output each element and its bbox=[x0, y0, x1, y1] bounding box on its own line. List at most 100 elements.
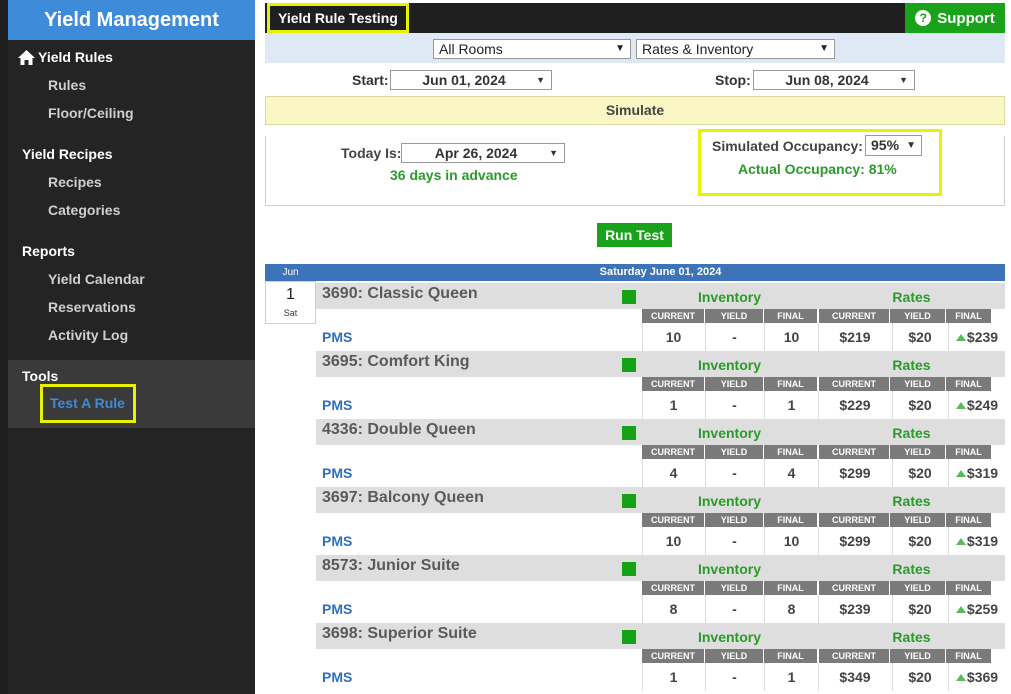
inv-final-cell: 10 bbox=[764, 323, 818, 351]
inv-final-cell: 8 bbox=[764, 595, 818, 623]
inv-final-header: FINAL bbox=[764, 581, 817, 595]
start-date-select[interactable]: Jun 01, 2024 ▼ bbox=[390, 70, 552, 90]
sidebar-item-reservations[interactable]: Reservations bbox=[48, 299, 136, 315]
page-title: Yield Rule Testing bbox=[267, 3, 409, 33]
inv-yield-cell: - bbox=[705, 663, 763, 691]
rates-title: Rates bbox=[892, 561, 931, 577]
rate-final-value: $239 bbox=[966, 329, 999, 345]
inv-final-header: FINAL bbox=[764, 377, 817, 391]
room-name[interactable]: 3695: Comfort King bbox=[322, 353, 470, 371]
stop-date-select[interactable]: Jun 08, 2024 ▼ bbox=[753, 70, 915, 90]
day-header: Saturday June 01, 2024 bbox=[316, 264, 1005, 281]
sidebar-section-yield-rules[interactable]: Yield Rules bbox=[18, 49, 113, 65]
run-test-button[interactable]: Run Test bbox=[597, 223, 672, 247]
inv-final-cell: 1 bbox=[764, 391, 818, 419]
room-header: 8573: Junior Suite Inventory Rates bbox=[316, 555, 1005, 581]
room-name[interactable]: 3690: Classic Queen bbox=[322, 285, 478, 303]
inventory-title: Inventory bbox=[697, 357, 761, 373]
inv-yield-cell: - bbox=[705, 595, 763, 623]
date-range-row: Start: Jun 01, 2024 ▼ Stop: Jun 08, 2024… bbox=[265, 63, 1005, 96]
pms-link[interactable]: PMS bbox=[322, 533, 352, 549]
room-name[interactable]: 4336: Double Queen bbox=[322, 421, 476, 439]
sidebar-section-tools[interactable]: Tools bbox=[22, 368, 58, 384]
pms-link[interactable]: PMS bbox=[322, 601, 352, 617]
room-name[interactable]: 3698: Superior Suite bbox=[322, 625, 477, 643]
inv-current-cell: 10 bbox=[642, 323, 704, 351]
simulation-panel: Today Is: Apr 26, 2024 ▼ 36 days in adva… bbox=[265, 129, 1005, 206]
simulate-button[interactable]: Simulate bbox=[265, 96, 1005, 125]
inv-current-header: CURRENT bbox=[642, 377, 704, 391]
inventory-title: Inventory bbox=[697, 561, 761, 577]
caret-down-icon: ▼ bbox=[899, 75, 908, 85]
status-indicator bbox=[622, 358, 636, 372]
pms-link[interactable]: PMS bbox=[322, 329, 352, 345]
inv-final-header: FINAL bbox=[764, 445, 817, 459]
inv-current-header: CURRENT bbox=[642, 649, 704, 663]
sidebar-item-activity-log[interactable]: Activity Log bbox=[48, 327, 128, 343]
room-name[interactable]: 8573: Junior Suite bbox=[322, 557, 460, 575]
rate-current-header: CURRENT bbox=[819, 445, 889, 459]
status-indicator bbox=[622, 426, 636, 440]
rate-current-cell: $239 bbox=[818, 595, 891, 623]
rates-title: Rates bbox=[892, 629, 931, 645]
chevron-down-icon: ▼ bbox=[819, 43, 829, 54]
rooms-select[interactable]: All Rooms ▼ bbox=[433, 39, 631, 59]
rate-yield-cell: $20 bbox=[892, 391, 947, 419]
room-name[interactable]: 3697: Balcony Queen bbox=[322, 489, 484, 507]
inventory-title: Inventory bbox=[697, 425, 761, 441]
sidebar-section-reports[interactable]: Reports bbox=[22, 243, 75, 259]
rate-current-cell: $219 bbox=[818, 323, 891, 351]
status-indicator bbox=[622, 630, 636, 644]
inv-current-header: CURRENT bbox=[642, 581, 704, 595]
rate-final-header: FINAL bbox=[946, 513, 991, 527]
day-number: 1 bbox=[286, 286, 295, 303]
simulated-occupancy-label: Simulated Occupancy: bbox=[712, 138, 863, 154]
mode-select-value: Rates & Inventory bbox=[642, 41, 754, 57]
home-icon bbox=[18, 49, 35, 65]
rates-title: Rates bbox=[892, 493, 931, 509]
rate-final-cell: $319 bbox=[948, 459, 1005, 487]
sidebar: Yield Management Yield Rules Rules Floor… bbox=[0, 0, 255, 694]
sidebar-item-test-a-rule[interactable]: Test A Rule bbox=[40, 384, 136, 423]
rate-yield-header: YIELD bbox=[890, 377, 945, 391]
occupancy-select[interactable]: 95% ▼ bbox=[865, 135, 922, 156]
mode-select[interactable]: Rates & Inventory ▼ bbox=[636, 39, 835, 59]
rate-yield-cell: $20 bbox=[892, 459, 947, 487]
app-title[interactable]: Yield Management bbox=[8, 0, 255, 40]
inv-final-header: FINAL bbox=[764, 513, 817, 527]
inv-current-header: CURRENT bbox=[642, 513, 704, 527]
rooms-select-value: All Rooms bbox=[439, 41, 503, 57]
sidebar-item-rules[interactable]: Rules bbox=[48, 77, 86, 93]
rate-current-header: CURRENT bbox=[819, 309, 889, 323]
sidebar-item-categories[interactable]: Categories bbox=[48, 202, 120, 218]
sidebar-item-floor-ceiling[interactable]: Floor/Ceiling bbox=[48, 105, 134, 121]
rate-final-value: $319 bbox=[966, 465, 999, 481]
rate-final-cell: $369 bbox=[948, 663, 1005, 691]
sidebar-item-yield-calendar[interactable]: Yield Calendar bbox=[48, 271, 145, 287]
section-title: Yield Rules bbox=[38, 49, 113, 65]
sidebar-item-recipes[interactable]: Recipes bbox=[48, 174, 102, 190]
today-date-select[interactable]: Apr 26, 2024 ▼ bbox=[401, 143, 565, 163]
day-of-week: Sat bbox=[283, 308, 298, 318]
inv-yield-cell: - bbox=[705, 391, 763, 419]
room-header: 3695: Comfort King Inventory Rates bbox=[316, 351, 1005, 377]
up-arrow-icon bbox=[955, 538, 966, 545]
rate-current-header: CURRENT bbox=[819, 513, 889, 527]
support-button[interactable]: ? Support bbox=[905, 3, 1005, 33]
sidebar-section-yield-recipes[interactable]: Yield Recipes bbox=[22, 146, 113, 162]
pms-link[interactable]: PMS bbox=[322, 669, 352, 685]
rate-yield-header: YIELD bbox=[890, 513, 945, 527]
inv-final-cell: 10 bbox=[764, 527, 818, 555]
stop-label: Stop: bbox=[715, 72, 751, 88]
rate-current-cell: $299 bbox=[818, 527, 891, 555]
rate-yield-cell: $20 bbox=[892, 663, 947, 691]
day-card[interactable]: 1 Sat bbox=[265, 281, 316, 324]
pms-link[interactable]: PMS bbox=[322, 465, 352, 481]
rate-yield-header: YIELD bbox=[890, 445, 945, 459]
sidebar-section-tools-box: Tools Test A Rule bbox=[8, 360, 255, 428]
inv-yield-header: YIELD bbox=[705, 309, 763, 323]
caret-down-icon: ▼ bbox=[536, 75, 545, 85]
pms-link[interactable]: PMS bbox=[322, 397, 352, 413]
rate-final-value: $369 bbox=[966, 669, 999, 685]
rates-title: Rates bbox=[892, 425, 931, 441]
